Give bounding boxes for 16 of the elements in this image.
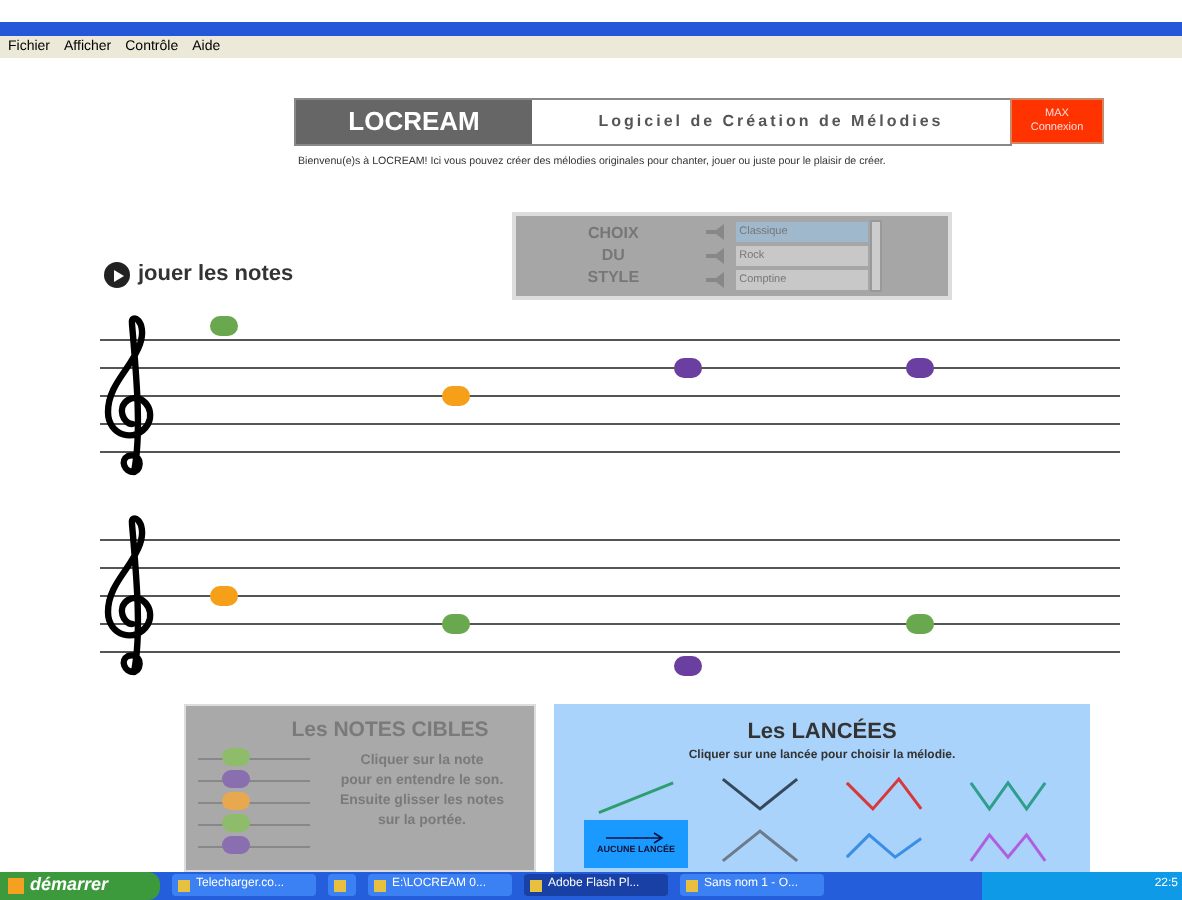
target-note[interactable] — [222, 769, 250, 788]
logo: LOCREAM — [296, 100, 532, 145]
arrow-icon — [606, 832, 666, 845]
play-icon[interactable] — [104, 262, 130, 289]
note[interactable] — [674, 357, 702, 378]
target-note[interactable] — [222, 835, 250, 854]
start-button[interactable]: démarrer — [0, 871, 160, 900]
scrollbar[interactable] — [869, 219, 882, 292]
play-label[interactable]: jouer les notes — [138, 258, 294, 292]
horn-icon — [703, 223, 726, 240]
panel-title: Les LANCÉES — [747, 716, 897, 748]
taskbar-task[interactable] — [328, 874, 356, 897]
note[interactable] — [674, 655, 702, 676]
horn-icon — [703, 247, 726, 264]
horn-icon — [703, 271, 726, 288]
note[interactable] — [906, 357, 934, 378]
